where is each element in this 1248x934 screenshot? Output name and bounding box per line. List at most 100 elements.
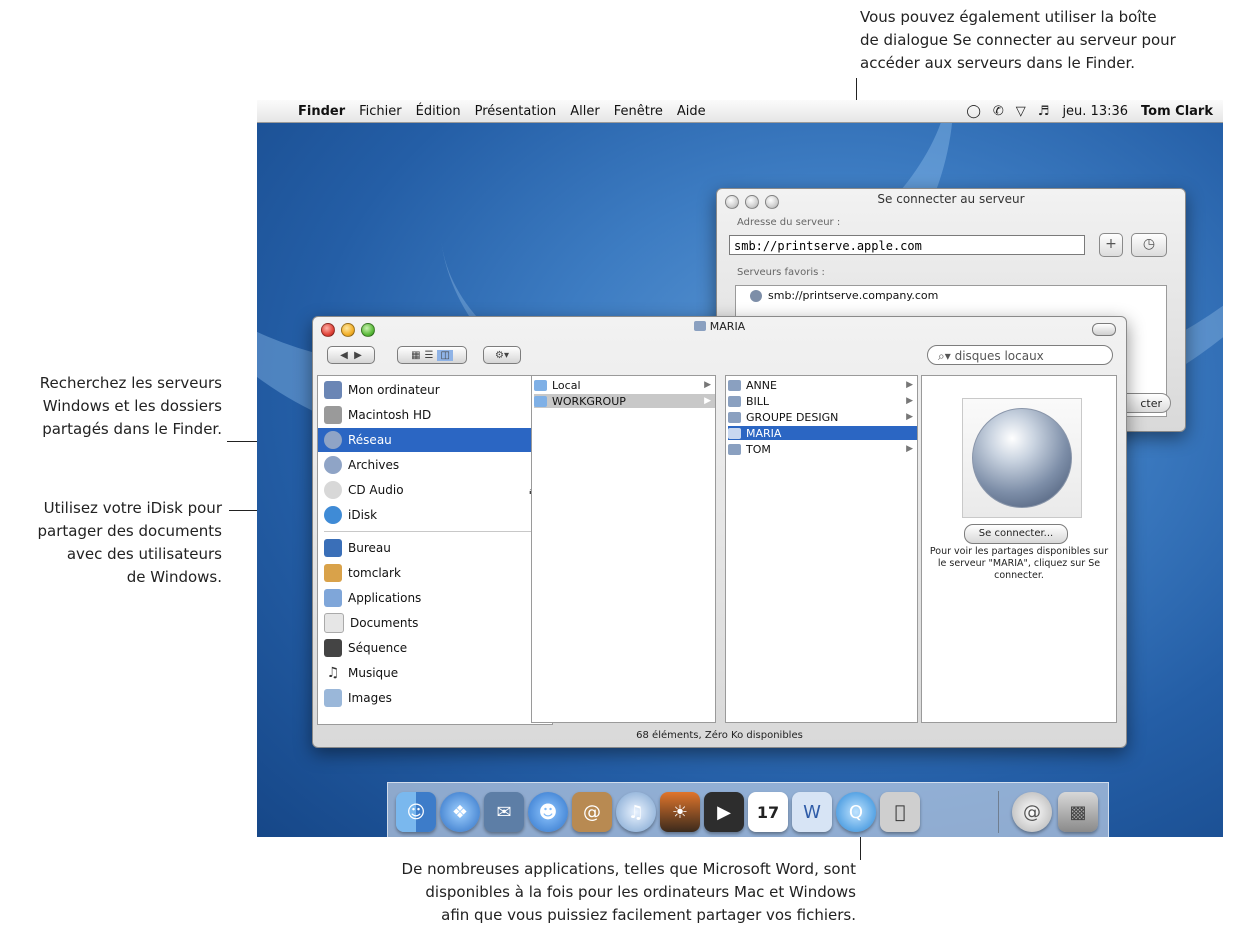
favorite-server-item[interactable]: smb://printserve.company.com xyxy=(750,289,938,302)
wifi-icon[interactable]: ▽ xyxy=(1010,104,1032,119)
menu-aide[interactable]: Aide xyxy=(670,104,713,119)
back-forward-button[interactable]: ◀ ▶ xyxy=(327,346,375,364)
column-view-icon[interactable]: ◫ xyxy=(437,349,453,361)
menu-bar: Finder Fichier Édition Présentation Alle… xyxy=(257,100,1223,123)
add-favorite-button[interactable]: + xyxy=(1099,233,1123,257)
forward-arrow-icon[interactable]: ▶ xyxy=(354,350,362,361)
mail-icon[interactable]: ✉ xyxy=(484,792,524,832)
sidebar-item-applications[interactable]: Applications xyxy=(318,586,552,610)
sidebar-item-idisk[interactable]: iDisk xyxy=(318,503,552,527)
quicktime-icon[interactable]: Q xyxy=(836,792,876,832)
clapperboard-icon xyxy=(324,639,342,657)
menu-presentation[interactable]: Présentation xyxy=(468,104,564,119)
imovie-icon[interactable]: ▶ xyxy=(704,792,744,832)
search-icon: ⌕▾ xyxy=(938,349,951,363)
dock: ☺ ❖ ✉ ☻ @ ♫ ☀ ▶ 17 W Q  @ ▩ xyxy=(387,782,1109,837)
dialog-title: Se connecter au serveur xyxy=(877,192,1025,206)
favorite-servers-label: Serveurs favoris : xyxy=(737,267,825,278)
disclosure-arrow-icon: ▶ xyxy=(906,412,913,422)
document-icon xyxy=(324,613,344,633)
ichat-icon[interactable]: ☻ xyxy=(528,792,568,832)
volume-icon[interactable]: ♬ xyxy=(1032,104,1056,119)
network-globe-icon xyxy=(324,431,342,449)
list-item-workgroup[interactable]: WORKGROUP ▶ xyxy=(534,394,715,408)
status-bar: 68 éléments, Zéro Ko disponibles xyxy=(636,730,803,741)
sidebar-item-documents[interactable]: Documents xyxy=(318,611,552,635)
preview-pane: Se connecter... Pour voir les partages d… xyxy=(921,375,1117,723)
server-address-label: Adresse du serveur : xyxy=(737,217,841,228)
network-globe-icon xyxy=(972,408,1072,508)
menu-clock[interactable]: jeu. 13:36 xyxy=(1055,104,1135,119)
action-menu-button[interactable]: ⚙▾ xyxy=(483,346,521,364)
idisk-globe-icon xyxy=(324,506,342,524)
sidebar-item-mon-ordinateur[interactable]: Mon ordinateur xyxy=(318,378,552,402)
trash-icon[interactable]: ▩ xyxy=(1058,792,1098,832)
browser-column-2: ANNE ▶ BILL ▶ GROUPE DESIGN ▶ MARIA TOM ▶ xyxy=(725,375,918,723)
gear-icon: ⚙▾ xyxy=(495,349,509,361)
callout-idisk: Utilisez votre iDisk pour partager des d… xyxy=(37,499,222,586)
server-icon xyxy=(728,443,741,455)
search-field[interactable]: ⌕▾ disques locaux xyxy=(927,345,1113,365)
itunes-icon[interactable]: ♫ xyxy=(616,792,656,832)
mail-stamp-icon[interactable]: @ xyxy=(1012,792,1052,832)
server-address-field[interactable]: smb://printserve.apple.com xyxy=(729,235,1085,255)
disclosure-arrow-icon: ▶ xyxy=(704,380,711,390)
sidebar-item-cd-audio[interactable]: CD Audio ⏏ xyxy=(318,478,552,502)
menu-fenetre[interactable]: Fenêtre xyxy=(607,104,670,119)
menu-fichier[interactable]: Fichier xyxy=(352,104,409,119)
menu-edition[interactable]: Édition xyxy=(409,104,468,119)
hard-drive-icon xyxy=(324,406,342,424)
back-arrow-icon[interactable]: ◀ xyxy=(340,350,348,361)
address-book-icon[interactable]: @ xyxy=(572,792,612,832)
sidebar-item-sequence[interactable]: Séquence xyxy=(318,636,552,660)
callout-applications: De nombreuses applications, telles que M… xyxy=(401,860,856,924)
sidebar-item-reseau[interactable]: Réseau xyxy=(318,428,552,452)
menu-finder[interactable]: Finder xyxy=(291,104,352,119)
word-icon[interactable]: W xyxy=(792,792,832,832)
applications-icon xyxy=(324,589,342,607)
folder-icon xyxy=(534,395,547,407)
server-icon xyxy=(728,411,741,423)
recent-servers-button[interactable]: ◷ xyxy=(1131,233,1167,257)
list-item-server[interactable]: TOM ▶ xyxy=(728,442,917,456)
server-icon xyxy=(728,395,741,407)
list-item-server[interactable]: BILL ▶ xyxy=(728,394,917,408)
menu-user[interactable]: Tom Clark xyxy=(1135,104,1223,119)
dock-separator xyxy=(998,791,999,833)
phone-icon[interactable]: ✆ xyxy=(987,104,1010,119)
connect-as-button[interactable]: Se connecter... xyxy=(964,524,1068,544)
ical-icon[interactable]: 17 xyxy=(748,792,788,832)
icon-view-icon[interactable]: ▦ xyxy=(411,350,420,361)
list-item-local[interactable]: Local ▶ xyxy=(534,378,715,392)
list-item-server-selected[interactable]: MARIA xyxy=(728,426,917,440)
system-preferences-icon[interactable]:  xyxy=(880,792,920,832)
list-item-server[interactable]: ANNE ▶ xyxy=(728,378,917,392)
list-view-icon[interactable]: ☰ xyxy=(425,350,434,361)
menu-aller[interactable]: Aller xyxy=(563,104,606,119)
network-globe-icon xyxy=(750,289,762,302)
sidebar-item-images[interactable]: Images xyxy=(318,686,552,710)
sidebar-item-musique[interactable]: ♫ Musique xyxy=(318,661,552,685)
pictures-icon xyxy=(324,689,342,707)
finder-icon[interactable]: ☺ xyxy=(396,792,436,832)
server-icon xyxy=(728,427,741,439)
safari-icon[interactable]: ❖ xyxy=(440,792,480,832)
home-icon xyxy=(324,564,342,582)
list-item-server[interactable]: GROUPE DESIGN ▶ xyxy=(728,410,917,424)
desktop-screen: Finder Fichier Édition Présentation Alle… xyxy=(257,100,1223,837)
network-globe-icon xyxy=(324,456,342,474)
desktop-icon xyxy=(324,539,342,557)
view-switcher[interactable]: ▦ ☰ ◫ xyxy=(397,346,467,364)
sidebar-item-tomclark[interactable]: tomclark xyxy=(318,561,552,585)
disclosure-arrow-icon: ▶ xyxy=(906,444,913,454)
toolbar-toggle-button[interactable] xyxy=(1092,323,1116,336)
callout-network: Recherchez les serveurs Windows et les d… xyxy=(39,374,222,438)
chat-icon[interactable]: ◯ xyxy=(960,104,987,119)
finder-window: MARIA ◀ ▶ ▦ ☰ ◫ ⚙▾ ⌕▾ disques locaux Mon… xyxy=(312,316,1127,748)
sidebar-item-macintosh-hd[interactable]: Macintosh HD xyxy=(318,403,552,427)
sidebar-item-archives[interactable]: Archives xyxy=(318,453,552,477)
iphoto-icon[interactable]: ☀ xyxy=(660,792,700,832)
clock-icon: ◷ xyxy=(1142,236,1156,252)
sidebar-item-bureau[interactable]: Bureau xyxy=(318,536,552,560)
cd-icon xyxy=(324,481,342,499)
